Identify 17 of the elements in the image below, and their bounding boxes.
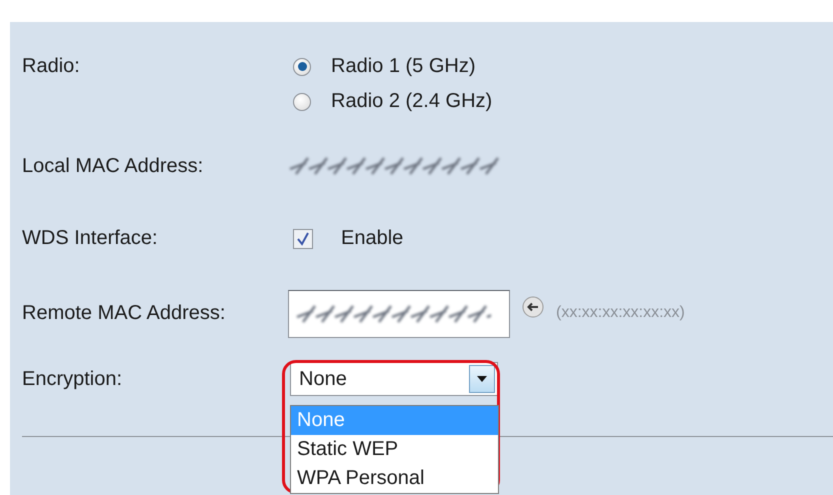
address-field[interactable] [288, 290, 510, 338]
radio-button[interactable] [293, 58, 311, 76]
radio-label[interactable]: Radio 2 (2.4 GHz) [331, 90, 492, 113]
dropdown-option[interactable]: Static WEP [291, 435, 498, 464]
caret-icon [477, 376, 487, 382]
dropdown-option[interactable]: WPA Personal [291, 464, 498, 493]
checkbox[interactable] [293, 228, 313, 248]
field-label: Remote MAC Address: [22, 302, 226, 325]
radio-label[interactable]: Radio 1 (5 GHz) [331, 55, 476, 78]
format-hint: (xx:xx:xx:xx:xx:xx) [556, 304, 685, 322]
field-label: Radio: [22, 55, 81, 78]
field-label: WDS Interface: [22, 227, 159, 250]
field-label: Local MAC Address: [22, 154, 204, 178]
radio-button[interactable] [293, 92, 311, 110]
encryption-dropdown[interactable]: None [290, 362, 498, 396]
checkbox-label[interactable]: Enable [341, 227, 404, 250]
field-label: Encryption: [22, 368, 124, 390]
